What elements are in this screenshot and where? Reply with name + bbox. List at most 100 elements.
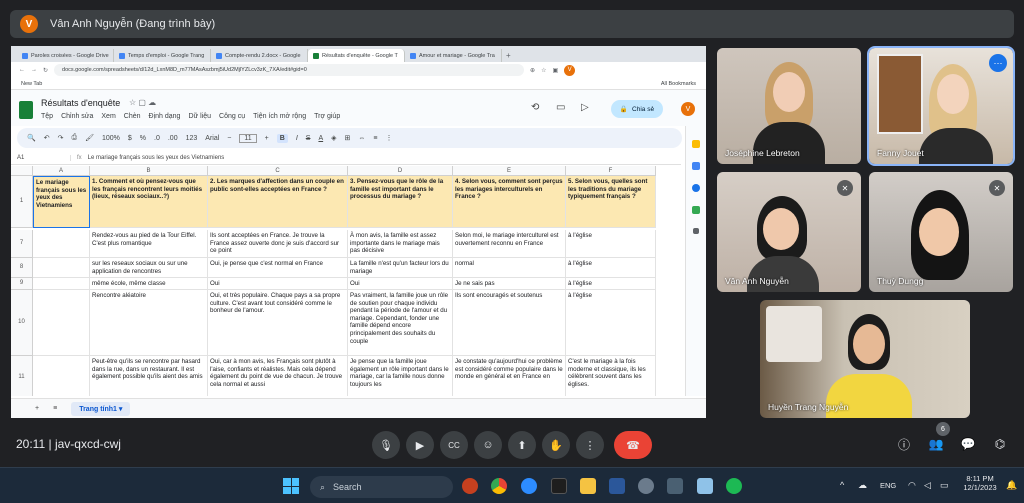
menu-edit[interactable]: Chỉnh sửa	[61, 113, 93, 120]
history-icon[interactable]: ⟲	[531, 102, 539, 113]
table-cell[interactable]: À mon avis, la famille est assez importa…	[348, 230, 453, 258]
language-indicator[interactable]: ENG	[880, 481, 896, 490]
font-size-decrease-icon[interactable]: −	[227, 135, 231, 142]
formula-input[interactable]: Le mariage français sous les yeux des Vi…	[88, 155, 225, 161]
microphone-button[interactable]: 🎙	[372, 431, 400, 459]
table-cell[interactable]: Rendez-vous au pied de la Tour Eiffel. C…	[90, 230, 208, 258]
activities-button[interactable]: ⌬	[989, 433, 1011, 455]
captions-button[interactable]: CC	[440, 431, 468, 459]
decrease-decimal-button[interactable]: .0	[154, 135, 160, 142]
table-cell[interactable]: à l'église	[566, 278, 656, 290]
print-icon[interactable]: ⎙	[71, 134, 77, 142]
table-cell[interactable]	[33, 290, 90, 356]
photos-icon[interactable]	[667, 478, 683, 494]
table-cell[interactable]: à l'église	[566, 258, 656, 278]
table-cell[interactable]: Oui, je pense que c'est normal en France	[208, 258, 348, 278]
more-options-icon[interactable]: ⋯	[989, 54, 1007, 72]
more-icon[interactable]: ⋮	[385, 134, 392, 142]
star-icon[interactable]: ☆	[541, 67, 546, 74]
font-size-increase-icon[interactable]: +	[265, 135, 269, 142]
menu-file[interactable]: Tệp	[41, 113, 53, 120]
extensions-icon[interactable]: ▣	[552, 67, 558, 74]
zoom-select[interactable]: 100%	[102, 135, 120, 142]
comment-icon[interactable]: ▭	[556, 102, 565, 113]
taskbar-search[interactable]: ⌕ Search	[310, 476, 453, 498]
row-header[interactable]: 10	[11, 290, 33, 356]
font-size-input[interactable]: 11	[239, 133, 257, 143]
star-icon[interactable]: ☆ ▢ ☁	[129, 98, 156, 107]
user-avatar[interactable]: V	[681, 102, 695, 116]
url-input[interactable]: docs.google.com/spreadsheets/d/12d_LxnM8…	[54, 64, 525, 76]
row-header[interactable]: 11	[11, 356, 33, 396]
share-button[interactable]: 🔒 Chia sẻ	[611, 100, 663, 118]
header-cell[interactable]: 1. Comment et où pensez-vous que les fra…	[90, 176, 208, 228]
menu-insert[interactable]: Chèn	[124, 113, 141, 120]
table-cell[interactable]: Ils sont encouragés et soutenus	[453, 290, 566, 356]
table-cell[interactable]: Oui	[208, 278, 348, 290]
table-cell[interactable]: Oui, car à mon avis, les Français sont p…	[208, 356, 348, 396]
table-cell[interactable]: Peut-être qu'ils se rencontre par hasard…	[90, 356, 208, 396]
chat-button[interactable]: 💬	[957, 433, 979, 455]
word-icon[interactable]	[609, 478, 625, 494]
volume-icon[interactable]: ◁	[924, 480, 931, 491]
video-call-icon[interactable]: ▷	[581, 102, 589, 113]
header-cell[interactable]: 4. Selon vous, comment sont perçus les m…	[453, 176, 566, 228]
clock[interactable]: 8:11 PM 12/1/2023	[960, 474, 1000, 492]
menu-tools[interactable]: Công cụ	[219, 113, 245, 120]
sheet-tab[interactable]: Trang tính1 ▾	[71, 401, 131, 416]
table-cell[interactable]: Je constate qu'aujourd'hui ce problème e…	[453, 356, 566, 396]
participant-tile[interactable]: ✕ Thuỳ Dungg	[869, 172, 1013, 292]
table-cell[interactable]: C'est le mariage à la fois moderne et cl…	[566, 356, 656, 396]
column-header[interactable]: C	[208, 166, 348, 176]
meeting-details-button[interactable]: ⓘ	[893, 433, 915, 455]
header-cell[interactable]: 5. Selon vous, quelles sont les traditio…	[566, 176, 656, 228]
browser-tab[interactable]: Paroles croisées - Google Drive	[17, 49, 114, 62]
maps-icon[interactable]	[692, 206, 700, 214]
row-header[interactable]: 7	[11, 230, 33, 258]
number-format-button[interactable]: 123	[186, 135, 198, 142]
borders-icon[interactable]: ⊞	[345, 134, 351, 142]
italic-button[interactable]: I	[296, 135, 298, 142]
corner-cell[interactable]	[11, 166, 33, 176]
table-cell[interactable]: La famille n'est qu'un facteur lors du m…	[348, 258, 453, 278]
table-cell[interactable]: Je pense que la famille joue également u…	[348, 356, 453, 396]
table-cell[interactable]: normal	[453, 258, 566, 278]
sheets-logo-icon[interactable]	[19, 101, 33, 119]
header-cell[interactable]: 2. Les marques d'affection dans un coupl…	[208, 176, 348, 228]
wifi-icon[interactable]: ◠	[908, 480, 916, 491]
zoom-icon[interactable]: ⊕	[530, 67, 535, 74]
raise-hand-button[interactable]: ✋	[542, 431, 570, 459]
table-cell[interactable]	[33, 278, 90, 290]
battery-icon[interactable]: ▭	[940, 480, 949, 491]
browser-tab-active[interactable]: Résultats d'enquête - Google T	[308, 49, 405, 62]
chrome-icon[interactable]	[491, 478, 507, 494]
all-bookmarks[interactable]: All Bookmarks	[661, 81, 696, 87]
leave-call-button[interactable]: ☎	[614, 431, 652, 459]
row-header[interactable]: 8	[11, 258, 33, 278]
table-cell[interactable]: sur les reseaux sociaux ou sur une appli…	[90, 258, 208, 278]
header-cell[interactable]: 3. Pensez-vous que le rôle de la famille…	[348, 176, 453, 228]
menu-help[interactable]: Trợ giúp	[314, 113, 340, 120]
table-cell[interactable]: à l'église	[566, 230, 656, 258]
file-explorer-icon[interactable]	[580, 478, 596, 494]
app-icon[interactable]	[697, 478, 713, 494]
document-title[interactable]: Résultats d'enquête	[41, 98, 120, 108]
people-button[interactable]: 👥	[925, 433, 947, 455]
reload-icon[interactable]: ↻	[43, 67, 48, 74]
bookmark-newtab[interactable]: New Tab	[21, 81, 42, 87]
keep-icon[interactable]	[692, 140, 700, 148]
header-cell[interactable]: Le mariage français sous les yeux des Vi…	[33, 176, 90, 228]
onedrive-icon[interactable]: ☁	[858, 480, 867, 491]
add-icon[interactable]	[693, 228, 699, 234]
table-cell[interactable]: Je ne sais pas	[453, 278, 566, 290]
present-button[interactable]: ⬆	[508, 431, 536, 459]
back-icon[interactable]: ←	[19, 67, 25, 73]
camera-button[interactable]: ▶	[406, 431, 434, 459]
more-options-button[interactable]: ⋮	[576, 431, 604, 459]
profile-avatar[interactable]: V	[564, 64, 576, 76]
menu-extensions[interactable]: Tiện ích mở rộng	[253, 113, 306, 120]
table-cell[interactable]	[33, 230, 90, 258]
messenger-icon[interactable]	[521, 478, 537, 494]
forward-icon[interactable]: →	[31, 67, 37, 73]
search-menus-icon[interactable]: 🔍	[27, 134, 36, 142]
